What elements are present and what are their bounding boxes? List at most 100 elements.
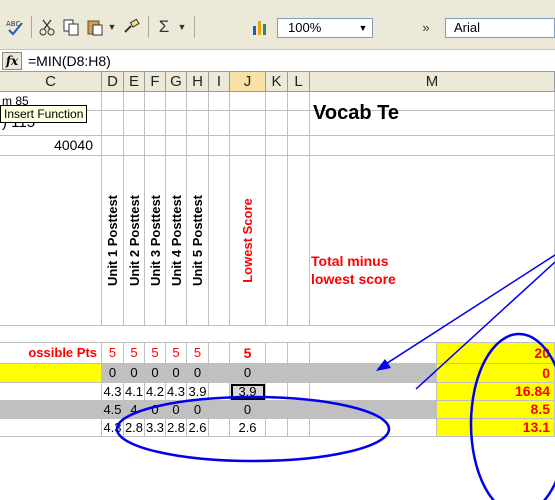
cell-f-data[interactable]: 0 [145,364,166,383]
cell[interactable] [230,111,266,136]
cell-m-gap[interactable] [310,401,437,419]
cell-l-data[interactable] [288,419,310,437]
cell[interactable] [187,136,209,156]
cell-f-data[interactable]: 0 [145,401,166,419]
column-header-d[interactable]: D [102,72,124,92]
header-lowest-score[interactable]: Lowest Score [230,156,266,326]
column-header-g[interactable]: G [166,72,187,92]
cell-l-data[interactable] [288,364,310,383]
cell[interactable] [266,136,288,156]
header-unit3[interactable]: Unit 3 Posttest [145,156,166,326]
cell[interactable] [288,136,310,156]
cell-m-total[interactable]: 13.1 [437,419,555,437]
cell[interactable] [288,111,310,136]
cell-j-data[interactable]: 5 [230,343,266,364]
cell-e-data[interactable]: 2.8 [124,419,145,437]
cell-i-data[interactable] [209,419,230,437]
cell[interactable] [288,92,310,111]
cell-k-data[interactable] [266,401,288,419]
cell[interactable] [230,136,266,156]
cell-g-data[interactable]: 5 [166,343,187,364]
cell[interactable] [209,156,230,326]
cell-j-data[interactable]: 2.6 [230,419,266,437]
cell[interactable] [124,92,145,111]
autosum-dropdown-icon[interactable]: ▼ [176,16,188,38]
cell-c-data[interactable] [0,383,102,401]
zoom-combobox[interactable]: 100% ▼ [277,18,373,38]
cell-c-data[interactable] [0,364,102,383]
cell-d-data[interactable]: 0 [102,364,124,383]
cell-j-data[interactable]: 0 [230,364,266,383]
cell[interactable] [310,136,555,156]
cell-h-data[interactable]: 2.6 [187,419,209,437]
cell[interactable] [209,92,230,111]
cell[interactable] [0,326,555,343]
cell-c-data[interactable] [0,401,102,419]
paste-dropdown-icon[interactable]: ▼ [106,16,118,38]
paste-icon[interactable] [84,16,106,38]
cell-e-data[interactable]: 4.1 [124,383,145,401]
header-unit1[interactable]: Unit 1 Posttest [102,156,124,326]
cell-j-data[interactable]: 0 [230,401,266,419]
cell[interactable] [209,136,230,156]
cell-i-data[interactable] [209,383,230,401]
cell-h-data[interactable]: 3.9 [187,383,209,401]
cell-i-data[interactable] [209,364,230,383]
column-header-m[interactable]: M [310,72,555,92]
cell-c-data[interactable] [0,419,102,437]
cell[interactable] [145,136,166,156]
cell-f-data[interactable]: 3.3 [145,419,166,437]
cell-g-data[interactable]: 0 [166,364,187,383]
column-header-k[interactable]: K [266,72,288,92]
cell-d-data[interactable]: 4.3 [102,419,124,437]
font-combobox[interactable]: Arial [445,18,555,38]
copy-icon[interactable] [60,16,82,38]
cell-k-data[interactable] [266,383,288,401]
cell[interactable] [102,92,124,111]
zoom-dropdown-icon[interactable]: ▼ [354,19,372,37]
cell-g-data[interactable]: 2.8 [166,419,187,437]
cell-m-gap[interactable] [310,419,437,437]
header-unit5[interactable]: Unit 5 Posttest [187,156,209,326]
autosum-icon[interactable]: Σ [154,16,174,38]
cell[interactable] [310,156,555,326]
cell-j-data[interactable]: 3.9 [230,383,266,401]
cell-d-data[interactable]: 5 [102,343,124,364]
cell-f-data[interactable]: 5 [145,343,166,364]
cell-l-data[interactable] [288,383,310,401]
cell[interactable] [266,156,288,326]
column-header-j[interactable]: J [230,72,266,92]
cell-i-data[interactable] [209,343,230,364]
cell-m-total[interactable]: 8.5 [437,401,555,419]
column-header-h[interactable]: H [187,72,209,92]
cell[interactable] [102,136,124,156]
cell-e-data[interactable]: 5 [124,343,145,364]
cell-k-data[interactable] [266,419,288,437]
cell-c-data[interactable]: ossible Pts [0,343,102,364]
cell[interactable] [187,92,209,111]
cell-f-data[interactable]: 4.2 [145,383,166,401]
cell[interactable] [145,92,166,111]
cell-k-data[interactable] [266,364,288,383]
cell-l-data[interactable] [288,401,310,419]
cell[interactable] [266,111,288,136]
cell-m-gap[interactable] [310,343,437,364]
cell-m-total[interactable]: 16.84 [437,383,555,401]
cell[interactable] [166,111,187,136]
cell-c-row3[interactable]: 40040 [0,136,102,156]
formula-input[interactable]: =MIN(D8:H8) [28,53,111,69]
cell-m-total[interactable]: 0 [437,364,555,383]
cell-i-data[interactable] [209,401,230,419]
column-header-e[interactable]: E [124,72,145,92]
cell[interactable] [209,111,230,136]
header-unit4[interactable]: Unit 4 Posttest [166,156,187,326]
column-header-f[interactable]: F [145,72,166,92]
cut-icon[interactable] [36,16,58,38]
cell-g-data[interactable]: 0 [166,401,187,419]
cell-g-data[interactable]: 4.3 [166,383,187,401]
cell-e-data[interactable]: 4 [124,401,145,419]
cell[interactable] [124,111,145,136]
cell[interactable] [187,111,209,136]
cell-d-data[interactable]: 4.5 [102,401,124,419]
column-header-l[interactable]: L [288,72,310,92]
